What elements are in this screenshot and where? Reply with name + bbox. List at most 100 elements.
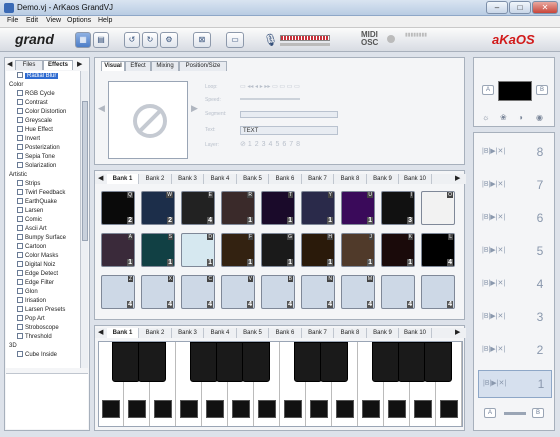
effect-checkbox[interactable] [17, 324, 23, 330]
bank-tab[interactable]: Bank 10 [400, 174, 432, 184]
clip-slot[interactable]: 4 [421, 275, 455, 309]
layer-row[interactable]: |B|▶|✕| 3 [478, 304, 552, 332]
clip-slot[interactable]: F1 [221, 233, 255, 267]
minimize-button[interactable]: – [486, 1, 508, 14]
clip-slot[interactable]: R1 [221, 191, 255, 225]
menu-file[interactable]: File [7, 17, 18, 24]
effect-checkbox[interactable] [17, 72, 23, 78]
clip-slot[interactable]: I3 [381, 191, 415, 225]
effect-item[interactable]: Digital Noiz [6, 261, 80, 270]
clip-slot[interactable]: 4 [381, 275, 415, 309]
master-b-button[interactable]: B [536, 85, 548, 95]
layer-number-button[interactable]: 7 [289, 141, 293, 148]
effect-checkbox[interactable] [17, 243, 23, 249]
effect-item[interactable]: Irisation [6, 297, 80, 306]
bank-tab[interactable]: Bank 8 [335, 174, 367, 184]
effect-item[interactable]: Cartoon [6, 243, 80, 252]
clip-slot[interactable]: X4 [141, 275, 175, 309]
layer-controls[interactable]: |B|▶|✕| [482, 147, 505, 155]
keyboard-bank-tab[interactable]: Bank 10 [400, 328, 432, 338]
effect-checkbox[interactable] [17, 126, 23, 132]
tab-files[interactable]: Files [15, 60, 43, 70]
effect-checkbox[interactable] [17, 189, 23, 195]
effect-checkbox[interactable] [17, 252, 23, 258]
bank-scroll-right-icon[interactable]: ▶ [455, 328, 460, 336]
effect-item[interactable]: RGB Cycle [6, 90, 80, 99]
layer-controls[interactable]: |B|▶|✕| [482, 345, 505, 353]
layer-selector[interactable]: ⊘ 12345678 [240, 140, 303, 148]
clip-slot[interactable]: M4 [341, 275, 375, 309]
keyboard-bank-tab[interactable]: Bank 2 [140, 328, 172, 338]
effect-checkbox[interactable] [17, 315, 23, 321]
effect-item[interactable]: Glon [6, 288, 80, 297]
effect-checkbox[interactable] [17, 225, 23, 231]
effect-checkbox[interactable] [17, 234, 23, 240]
effect-item[interactable]: Hue Effect [6, 126, 80, 135]
bank-tab[interactable]: Bank 3 [172, 174, 204, 184]
layer-number-button[interactable]: 4 [269, 141, 273, 148]
effect-item[interactable]: Edge Filter [6, 279, 80, 288]
effect-item[interactable]: Color Masks [6, 252, 80, 261]
layer-controls[interactable]: |B|▶|✕| [482, 312, 505, 320]
speed-slider[interactable] [240, 98, 300, 100]
menu-edit[interactable]: Edit [26, 17, 38, 24]
black-key[interactable] [372, 342, 400, 382]
layout-list-button[interactable]: ▤ [93, 32, 109, 48]
black-key[interactable] [190, 342, 218, 382]
effect-item[interactable]: Strips [6, 180, 80, 189]
audio-gain-slider[interactable] [280, 43, 330, 46]
microphone-icon[interactable]: 🎙 [263, 33, 278, 47]
clip-slot[interactable]: L4 [421, 233, 455, 267]
saturation-icon[interactable]: ◉ [536, 113, 543, 122]
clip-slot[interactable]: D1 [181, 233, 215, 267]
effect-checkbox[interactable] [17, 297, 23, 303]
layer-controls[interactable]: |B|▶|✕| [482, 279, 505, 287]
effect-checkbox[interactable] [17, 135, 23, 141]
close-button[interactable]: ✕ [532, 1, 558, 14]
tab-scroll-left-icon[interactable]: ◀ [7, 60, 12, 68]
clip-slot[interactable]: S1 [141, 233, 175, 267]
effect-checkbox[interactable] [17, 162, 23, 168]
hue-icon[interactable]: ❀ [500, 113, 507, 122]
effect-checkbox[interactable] [17, 117, 23, 123]
clip-slot[interactable]: G1 [261, 233, 295, 267]
bank-tab[interactable]: Bank 1 [107, 174, 139, 184]
bank-scroll-right-icon[interactable]: ▶ [455, 174, 460, 182]
bank-tab[interactable]: Bank 6 [270, 174, 302, 184]
black-key[interactable] [294, 342, 322, 382]
layer-row[interactable]: |B|▶|✕| 7 [478, 172, 552, 200]
effect-checkbox[interactable] [17, 351, 23, 357]
keyboard-bank-tab[interactable]: Bank 7 [302, 328, 334, 338]
undo-icon[interactable]: ↺ [124, 32, 140, 48]
effect-item[interactable]: Edge Detect [6, 270, 80, 279]
loop-mode-buttons[interactable]: ▭ ◂◂ ◂ ▸ ▸▸ ▭ ▭ ▭ ▭ [240, 83, 300, 90]
contrast-icon[interactable]: ◑ [518, 113, 523, 122]
black-key[interactable] [216, 342, 244, 382]
effect-checkbox[interactable] [17, 144, 23, 150]
keyboard-bank-tab[interactable]: Bank 6 [270, 328, 302, 338]
master-a-button[interactable]: A [482, 85, 494, 95]
keyboard-bank-tab[interactable]: Bank 4 [205, 328, 237, 338]
segment-input[interactable] [240, 111, 338, 118]
menu-help[interactable]: Help [98, 17, 112, 24]
clip-slot[interactable]: W2 [141, 191, 175, 225]
tab-mixing[interactable]: Mixing [151, 61, 179, 71]
clip-slot[interactable]: T1 [261, 191, 295, 225]
effect-checkbox[interactable] [17, 90, 23, 96]
layer-controls[interactable]: |B|▶|✕| [482, 180, 505, 188]
effect-item[interactable]: Radial Blur [6, 72, 80, 81]
no-layer-icon[interactable]: ⊘ [240, 141, 248, 148]
tab-effect[interactable]: Effect [125, 61, 151, 71]
clip-slot[interactable]: C4 [181, 275, 215, 309]
bank-tab[interactable]: Bank 4 [205, 174, 237, 184]
bank-tab[interactable]: Bank 7 [302, 174, 334, 184]
layer-row[interactable]: |B|▶|✕| 8 [478, 139, 552, 167]
effect-item[interactable]: Posterization [6, 144, 80, 153]
clip-slot[interactable]: Q2 [101, 191, 135, 225]
effect-item[interactable]: Sepia Tone [6, 153, 80, 162]
clip-slot[interactable]: E4 [181, 191, 215, 225]
effect-checkbox[interactable] [17, 261, 23, 267]
clip-slot[interactable]: V4 [221, 275, 255, 309]
layer-number-button[interactable]: 5 [275, 141, 279, 148]
layer-number-button[interactable]: 2 [255, 141, 259, 148]
